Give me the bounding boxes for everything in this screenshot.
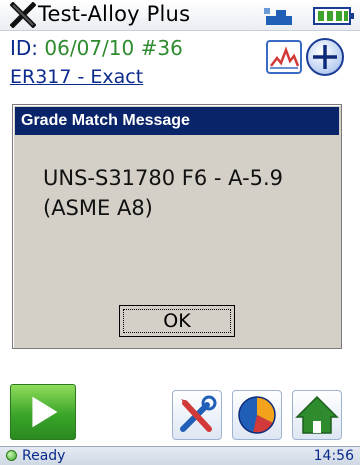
- grade-match-link[interactable]: ER317 - Exact: [10, 66, 143, 88]
- status-indicator-icon: [6, 450, 17, 461]
- test-id: ID: 06/07/10 #36: [10, 36, 183, 60]
- tools-icon: [180, 395, 217, 432]
- home-button[interactable]: [292, 390, 342, 440]
- play-icon: [32, 396, 58, 428]
- signal-icon: [264, 8, 292, 25]
- app-title: Test-Alloy Plus: [38, 2, 191, 26]
- tools-button[interactable]: [172, 390, 222, 440]
- battery-icon: [313, 7, 354, 25]
- close-icon[interactable]: [10, 2, 36, 28]
- ok-button[interactable]: OK: [119, 305, 235, 337]
- spectrum-icon: [270, 46, 300, 69]
- dialog-message-line-2: (ASME A8): [43, 196, 153, 220]
- id-value: 06/07/10 #36: [44, 36, 183, 60]
- home-icon: [295, 395, 339, 434]
- status-bar: Ready 14:56: [0, 446, 360, 465]
- add-button[interactable]: [306, 38, 344, 76]
- plus-icon: [313, 45, 337, 69]
- dialog-title: Grade Match Message: [15, 107, 339, 135]
- title-bar: Test-Alloy Plus: [0, 0, 360, 31]
- status-time: 14:56: [313, 448, 354, 464]
- ok-button-label[interactable]: OK: [123, 309, 231, 333]
- spectrum-button[interactable]: [266, 40, 302, 74]
- start-test-button[interactable]: [10, 384, 76, 440]
- dialog-message: UNS-S31780 F6 - A-5.9 (ASME A8): [43, 163, 333, 223]
- results-chart-button[interactable]: [232, 390, 282, 440]
- pie-chart-icon: [238, 396, 276, 434]
- id-label: ID:: [10, 36, 39, 60]
- status-text: Ready: [22, 448, 66, 464]
- grade-match-dialog: Grade Match Message UNS-S31780 F6 - A-5.…: [12, 104, 342, 349]
- dialog-message-line-1: UNS-S31780 F6 - A-5.9: [43, 166, 284, 190]
